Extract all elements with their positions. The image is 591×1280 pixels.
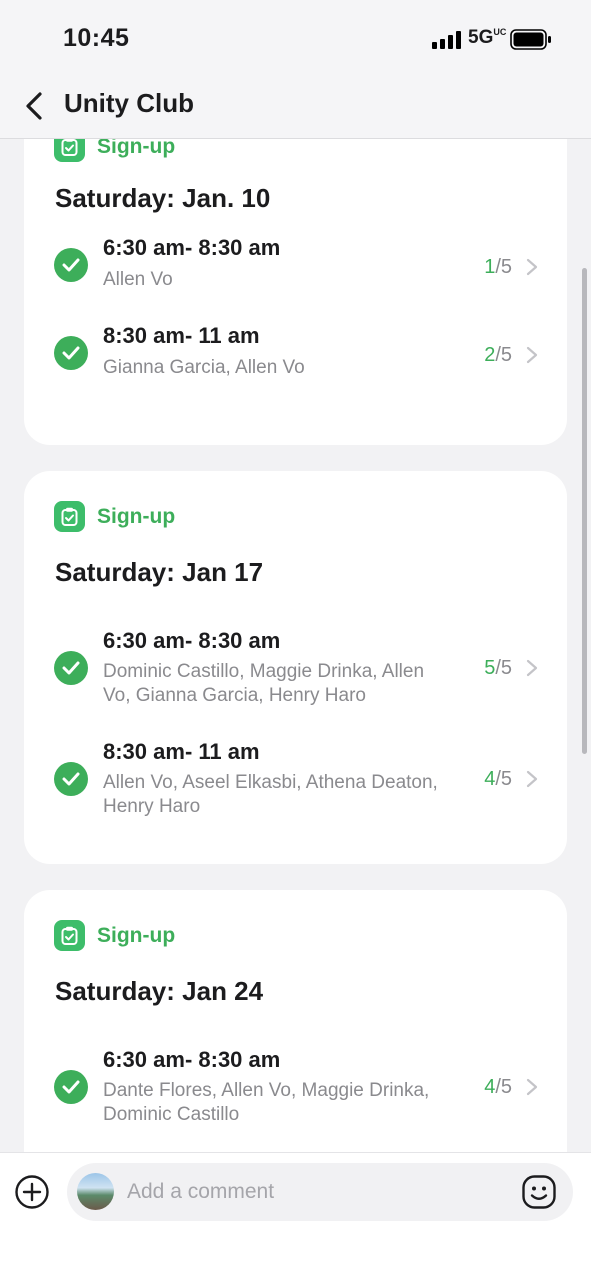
status-bar: 10:45 5GUC: [0, 0, 591, 78]
slot-time: 6:30 am- 8:30 am: [103, 628, 281, 653]
slot-time: 8:30 am- 11 am: [103, 739, 260, 764]
slot-participants: Allen Vo, Aseel Elkasbi, Athena Deaton, …: [103, 772, 438, 817]
comment-bar: [0, 1152, 591, 1280]
checkmark-circle-icon: [54, 651, 88, 685]
chevron-right-icon: [526, 1078, 538, 1096]
checkmark-circle-icon: [54, 762, 88, 796]
signup-badge-label: Sign-up: [97, 139, 176, 158]
signup-date: Saturday: Jan. 10: [55, 183, 271, 213]
chevron-right-icon: [526, 770, 538, 788]
vertical-scrollbar[interactable]: [582, 268, 587, 754]
signup-card: Sign-up Saturday: Jan. 10 6:30 am- 8:30 …: [24, 139, 567, 445]
chevron-right-icon: [526, 346, 538, 364]
checkmark-circle-icon: [54, 248, 88, 282]
nav-header: Unity Club: [0, 78, 591, 139]
checkmark-circle-icon: [54, 336, 88, 370]
time-slot-row[interactable]: 6:30 am- 8:30 am Dante Flores, Allen Vo,…: [54, 1047, 539, 1131]
slot-participants: Gianna Garcia, Allen Vo: [103, 357, 305, 378]
signup-badge-label: Sign-up: [97, 923, 176, 947]
slot-participants: Dante Flores, Allen Vo, Maggie Drinka, D…: [103, 1080, 430, 1125]
time-slot-row[interactable]: 8:30 am- 11 am Allen Vo, Aseel Elkasbi, …: [54, 739, 539, 823]
signup-badge: Sign-up: [54, 501, 175, 532]
comment-box: [67, 1163, 573, 1221]
cellular-signal-icon: [432, 31, 461, 49]
slot-count: 2/5: [484, 344, 512, 366]
slot-participants: Allen Vo: [103, 269, 173, 290]
comment-input[interactable]: [127, 1177, 507, 1207]
page-title: Unity Club: [64, 88, 194, 118]
clipboard-check-icon: [54, 501, 85, 532]
signup-date: Saturday: Jan 24: [55, 976, 264, 1006]
time-slot-row[interactable]: 6:30 am- 8:30 am Allen Vo 1/5: [54, 235, 539, 305]
status-time: 10:45: [63, 24, 130, 52]
chevron-right-icon: [526, 258, 538, 276]
time-slot-row[interactable]: 6:30 am- 8:30 am Dominic Castillo, Maggi…: [54, 628, 539, 712]
signup-card: Sign-up Saturday: Jan 17 6:30 am- 8:30 a…: [24, 471, 567, 864]
signup-card: Sign-up Saturday: Jan 24 6:30 am- 8:30 a…: [24, 890, 567, 1152]
network-label: 5GUC: [468, 27, 507, 48]
slot-count: 4/5: [484, 768, 512, 790]
slot-count: 5/5: [484, 657, 512, 679]
chevron-right-icon: [526, 659, 538, 677]
signup-badge: Sign-up: [54, 139, 175, 162]
slot-count: 1/5: [484, 256, 512, 278]
slot-time: 6:30 am- 8:30 am: [103, 1047, 281, 1072]
slot-time: 6:30 am- 8:30 am: [103, 235, 281, 260]
signup-badge-label: Sign-up: [97, 504, 176, 528]
clipboard-check-icon: [54, 139, 85, 162]
slot-count: 4/5: [484, 1076, 512, 1098]
clipboard-check-icon: [54, 920, 85, 951]
signup-date: Saturday: Jan 17: [55, 557, 264, 587]
slot-time: 8:30 am- 11 am: [103, 323, 260, 348]
slot-participants: Dominic Castillo, Maggie Drinka, Allen V…: [103, 661, 425, 706]
time-slot-row[interactable]: 8:30 am- 11 am Gianna Garcia, Allen Vo 2…: [54, 323, 539, 393]
back-chevron-icon[interactable]: [22, 90, 48, 122]
signup-feed[interactable]: Sign-up Saturday: Jan. 10 6:30 am- 8:30 …: [0, 139, 591, 1152]
emoji-smiley-icon[interactable]: [521, 1174, 557, 1210]
network-suffix: UC: [493, 27, 507, 37]
add-circle-icon[interactable]: [14, 1174, 50, 1210]
signup-badge: Sign-up: [54, 920, 175, 951]
battery-icon: [510, 29, 551, 50]
checkmark-circle-icon: [54, 1070, 88, 1104]
avatar: [77, 1173, 114, 1210]
